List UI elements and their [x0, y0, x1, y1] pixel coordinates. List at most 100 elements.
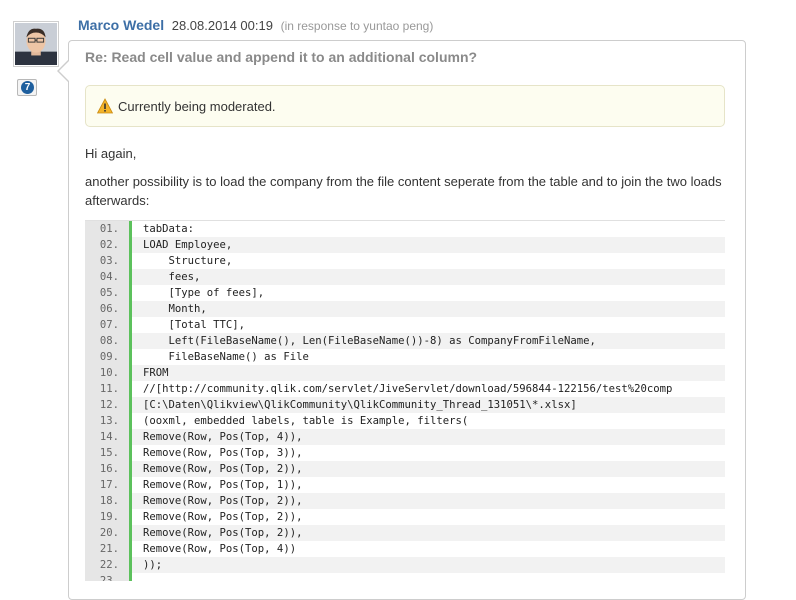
gutter-bar	[129, 221, 132, 237]
gutter-bar	[129, 461, 132, 477]
line-number: 17.	[85, 477, 129, 493]
post-date: 28.08.2014 00:19	[171, 18, 273, 33]
code-line: 16. Remove(Row, Pos(Top, 2)),	[85, 461, 725, 477]
gutter-bar	[129, 333, 132, 349]
line-number: 13.	[85, 413, 129, 429]
gutter-bar	[129, 237, 132, 253]
code-line: 17. Remove(Row, Pos(Top, 1)),	[85, 477, 725, 493]
code-text: fees,	[143, 271, 201, 283]
level-number: 7	[21, 81, 34, 94]
code-line: 14. Remove(Row, Pos(Top, 4)),	[85, 429, 725, 445]
code-line: 20. Remove(Row, Pos(Top, 2)),	[85, 525, 725, 541]
line-number: 14.	[85, 429, 129, 445]
gutter-bar	[129, 541, 132, 557]
gutter-bar	[129, 509, 132, 525]
gutter-bar	[129, 381, 132, 397]
code-text: Remove(Row, Pos(Top, 2)),	[143, 527, 303, 539]
line-number: 08.	[85, 333, 129, 349]
code-line: 15. Remove(Row, Pos(Top, 3)),	[85, 445, 725, 461]
code-text: Remove(Row, Pos(Top, 3)),	[143, 447, 303, 459]
code-line: 09. FileBaseName() as File	[85, 349, 725, 365]
gutter-bar	[129, 557, 132, 573]
user-level-badge[interactable]: 7	[17, 79, 37, 96]
line-number: 03.	[85, 253, 129, 269]
line-number: 15.	[85, 445, 129, 461]
code-line: 07. [Total TTC],	[85, 317, 725, 333]
code-text: Structure,	[143, 255, 233, 267]
code-text: [C:\Daten\Qlikview\QlikCommunity\QlikCom…	[143, 399, 577, 411]
gutter-bar	[129, 413, 132, 429]
code-text: tabData:	[143, 223, 195, 235]
post-greeting: Hi again,	[85, 146, 137, 161]
line-number: 20.	[85, 525, 129, 541]
gutter-bar	[129, 493, 132, 509]
line-number: 07.	[85, 317, 129, 333]
gutter-bar	[129, 525, 132, 541]
code-text: ));	[143, 559, 163, 571]
moderation-text: Currently being moderated.	[118, 99, 276, 114]
code-text: Remove(Row, Pos(Top, 2)),	[143, 463, 303, 475]
code-line: 19. Remove(Row, Pos(Top, 2)),	[85, 509, 725, 525]
code-text: Month,	[143, 303, 207, 315]
code-text: //[http://community.qlik.com/servlet/Jiv…	[143, 383, 673, 395]
code-line: 02. LOAD Employee,	[85, 237, 725, 253]
gutter-bar	[129, 349, 132, 365]
code-text: (ooxml, embedded labels, table is Exampl…	[143, 415, 469, 427]
post-body-text: another possibility is to load the compa…	[85, 174, 722, 208]
code-line: 03. Structure,	[85, 253, 725, 269]
line-number: 19.	[85, 509, 129, 525]
gutter-bar	[129, 269, 132, 285]
line-number: 21.	[85, 541, 129, 557]
code-text: [Total TTC],	[143, 319, 246, 331]
code-text: Remove(Row, Pos(Top, 1)),	[143, 479, 303, 491]
gutter-bar	[129, 477, 132, 493]
code-line: 04. fees,	[85, 269, 725, 285]
code-line: 21. Remove(Row, Pos(Top, 4))	[85, 541, 725, 557]
line-number: 10.	[85, 365, 129, 381]
code-text: Remove(Row, Pos(Top, 4)),	[143, 431, 303, 443]
author-name-link[interactable]: Marco Wedel	[78, 17, 164, 33]
line-number: 16.	[85, 461, 129, 477]
gutter-bar	[129, 253, 132, 269]
code-line: 12. [C:\Daten\Qlikview\QlikCommunity\Qlik…	[85, 397, 725, 413]
code-line: 05. [Type of fees],	[85, 285, 725, 301]
in-response-to-link[interactable]: (in response to yuntao peng)	[281, 19, 434, 33]
code-line: 08. Left(FileBaseName(), Len(FileBaseNam…	[85, 333, 725, 349]
post-title: Re: Read cell value and append it to an …	[85, 49, 478, 65]
code-text: FileBaseName() as File	[143, 351, 309, 363]
line-number: 22.	[85, 557, 129, 573]
code-line: 01. tabData:	[85, 221, 725, 237]
code-line: 10. FROM	[85, 365, 725, 381]
line-number: 02.	[85, 237, 129, 253]
gutter-bar	[129, 285, 132, 301]
moderation-notice: Currently being moderated.	[85, 85, 725, 127]
author-avatar[interactable]	[13, 21, 59, 67]
line-number: 04.	[85, 269, 129, 285]
code-text: Remove(Row, Pos(Top, 2)),	[143, 511, 303, 523]
line-number: 09.	[85, 349, 129, 365]
code-text: FROM	[143, 367, 169, 379]
gutter-bar	[129, 317, 132, 333]
gutter-bar	[129, 397, 132, 413]
code-text: Remove(Row, Pos(Top, 2)),	[143, 495, 303, 507]
avatar-photo	[15, 23, 57, 65]
gutter-bar	[129, 429, 132, 445]
gutter-bar	[129, 365, 132, 381]
code-block[interactable]: 01. tabData: 02. LOAD Employee, 03. Structur…	[85, 220, 725, 581]
code-text: Remove(Row, Pos(Top, 4))	[143, 543, 297, 555]
line-number: 05.	[85, 285, 129, 301]
gutter-bar	[129, 445, 132, 461]
line-number: 18.	[85, 493, 129, 509]
line-number: 06.	[85, 301, 129, 317]
code-text: [Type of fees],	[143, 287, 265, 299]
line-number: 11.	[85, 381, 129, 397]
code-line: 06. Month,	[85, 301, 725, 317]
code-line: 13. (ooxml, embedded labels, table is Exa…	[85, 413, 725, 429]
code-text: Left(FileBaseName(), Len(FileBaseName())…	[143, 335, 596, 347]
code-line: 18. Remove(Row, Pos(Top, 2)),	[85, 493, 725, 509]
warning-icon	[97, 98, 113, 114]
post-meta: Marco Wedel 28.08.2014 00:19 (in respons…	[78, 17, 433, 33]
gutter-bar	[129, 301, 132, 317]
line-number: 12.	[85, 397, 129, 413]
code-line: 11. //[http://community.qlik.com/servlet/…	[85, 381, 725, 397]
